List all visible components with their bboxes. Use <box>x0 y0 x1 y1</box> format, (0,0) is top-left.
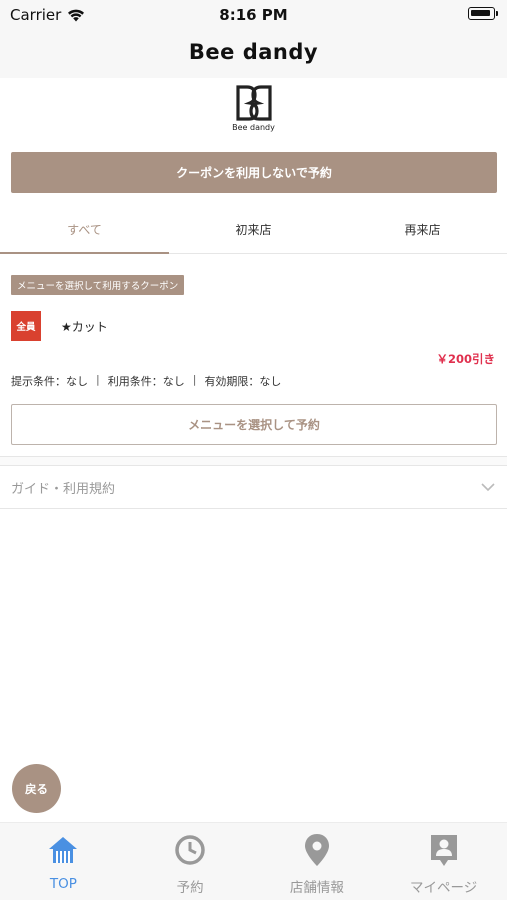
coupon-discount: ￥200引き <box>436 352 495 366</box>
chevron-down-icon <box>481 483 495 492</box>
navigation-bar: Bee dandy <box>0 30 507 78</box>
location-pin-icon <box>301 833 333 867</box>
bottom-tab-bar: TOP 予約 店舗情報 マイページ <box>0 822 507 900</box>
presentation-condition: 提示条件：なし <box>11 375 88 388</box>
back-button[interactable]: 戻る <box>12 764 61 813</box>
tab-all[interactable]: すべて <box>0 205 169 254</box>
battery-icon <box>468 7 498 20</box>
tab-bar-label: マイページ <box>410 880 478 896</box>
profile-icon <box>428 833 460 867</box>
home-icon <box>47 833 79 867</box>
bee-dandy-logo-mark <box>235 85 272 121</box>
coupon-conditions: 提示条件：なし | 利用条件：なし | 有効期限：なし <box>11 373 281 389</box>
tab-repeat-visit[interactable]: 再来店 <box>338 205 507 253</box>
tab-bar-item-store-info[interactable]: 店舗情報 <box>254 823 381 900</box>
condition-separator: | <box>192 373 197 386</box>
tab-bar-item-mypage[interactable]: マイページ <box>380 823 507 900</box>
section-divider <box>0 456 507 466</box>
guide-terms-label: ガイド・利用規約 <box>11 481 116 497</box>
tab-bar-label: TOP <box>49 876 77 892</box>
expiration-condition: 有効期限：なし <box>204 375 282 388</box>
member-badge: 全員 <box>11 311 41 341</box>
status-bar: Carrier 8:16 PM <box>0 0 507 30</box>
coupon-type-tag: メニューを選択して利用するクーポン <box>11 275 185 295</box>
tab-bar-label: 店舗情報 <box>289 880 344 896</box>
usage-condition: 利用条件：なし <box>107 375 185 388</box>
tab-bar-item-reserve[interactable]: 予約 <box>127 823 254 900</box>
logo-text: Bee dandy <box>232 123 275 132</box>
tab-bar-label: 予約 <box>176 880 204 896</box>
reserve-without-coupon-button[interactable]: クーポンを利用しないで予約 <box>11 152 497 193</box>
select-menu-reserve-button[interactable]: メニューを選択して予約 <box>11 404 497 445</box>
coupon-filter-tabs: すべて 初来店 再来店 <box>0 205 507 254</box>
coupon-name: ★カット <box>61 320 108 334</box>
page-title: Bee dandy <box>188 40 319 64</box>
tab-first-visit[interactable]: 初来店 <box>169 205 338 253</box>
condition-separator: | <box>96 373 100 386</box>
clock: 8:16 PM <box>219 6 288 24</box>
brand-logo: Bee dandy <box>0 84 507 140</box>
tab-bar-item-top[interactable]: TOP <box>0 823 127 900</box>
guide-terms-row[interactable]: ガイド・利用規約 <box>0 466 507 509</box>
clock-icon <box>174 833 206 867</box>
